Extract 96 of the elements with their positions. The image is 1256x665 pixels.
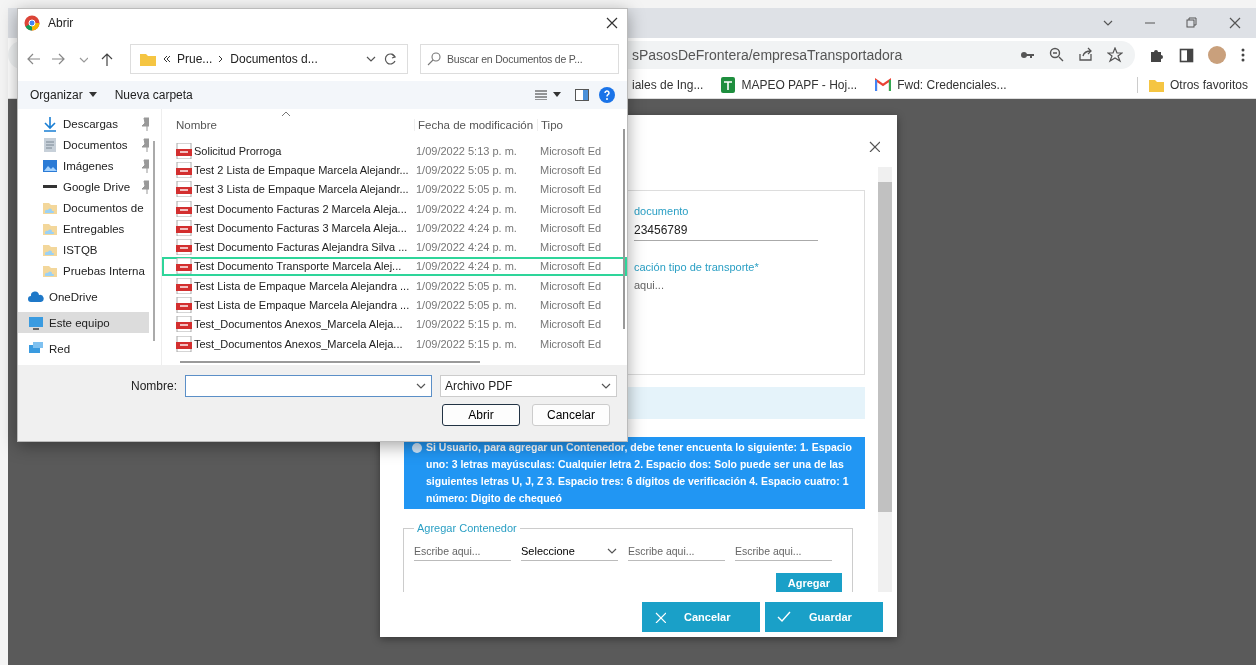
file-row[interactable]: Test Documento Facturas Alejandra Silva ... 1/09/2022 4:24 p. m. Microsoft Ed: [162, 237, 627, 257]
folder-icon: [1147, 77, 1164, 93]
check-icon: [777, 611, 791, 623]
nav-item[interactable]: Este equipo: [18, 312, 149, 333]
info-icon: [412, 443, 422, 453]
url-text: sPasosDeFrontera/empresaTransportadora: [632, 47, 904, 63]
breadcrumb-item[interactable]: Prue...: [177, 52, 213, 66]
file-row[interactable]: Test Documento Facturas 3 Marcela Aleja... 1/09/2022 4:24 p. m. Microsoft Ed: [162, 218, 627, 238]
document-field[interactable]: 23456789: [634, 217, 818, 241]
pdf-file-icon: [176, 142, 192, 159]
scrollbar[interactable]: [153, 141, 155, 341]
search-icon: [427, 52, 441, 66]
cancel-button[interactable]: Cancelar: [532, 404, 610, 426]
close-icon[interactable]: [868, 140, 880, 152]
field-label: cación tipo de transporte*: [634, 261, 760, 273]
dialog-title: Abrir: [48, 16, 74, 30]
pdf-file-icon: [176, 277, 192, 294]
cloud-icon: [28, 288, 44, 305]
pdf-file-icon: [176, 335, 192, 352]
new-folder-button[interactable]: Nueva carpeta: [110, 86, 197, 104]
file-row[interactable]: Solicitud Prorroga 1/09/2022 5:13 p. m. Microsoft Ed: [162, 141, 627, 161]
back-icon[interactable]: [26, 52, 40, 66]
file-row[interactable]: Test 3 Lista de Empaque Marcela Alejandr... 1/09/2022 5:05 p. m. Microsoft Ed: [162, 179, 627, 199]
pdf-file-icon: [176, 316, 192, 333]
nav-item[interactable]: Documentos: [18, 134, 149, 155]
mail-icon: [875, 77, 892, 93]
zoom-out-icon[interactable]: [1049, 47, 1065, 63]
puzzle-icon[interactable]: [1149, 47, 1165, 63]
file-row[interactable]: Test Documento Facturas 2 Marcela Aleja... 1/09/2022 4:24 p. m. Microsoft Ed: [162, 198, 627, 219]
download-icon: [42, 115, 58, 132]
select-field[interactable]: Seleccione: [521, 542, 618, 561]
organize-button[interactable]: Organizar: [26, 86, 101, 104]
bookmark[interactable]: Fwd: Credenciales...: [875, 77, 1007, 93]
open-button[interactable]: Abrir: [442, 404, 520, 426]
chevron-right-icon: [218, 55, 225, 63]
nav-item[interactable]: Imágenes: [18, 155, 149, 176]
file-row[interactable]: Test_Documentos Anexos_Marcela Aleja... 1/09/2022 5:15 p. m. Microsoft Ed: [162, 314, 627, 334]
nav-item[interactable]: Documentos de: [18, 197, 149, 218]
star-icon[interactable]: [1107, 47, 1123, 63]
nav-item[interactable]: Red: [18, 338, 149, 359]
spreadsheet-icon: [721, 77, 736, 93]
list-view-icon: [535, 90, 547, 100]
nav-item[interactable]: Pruebas Interna: [18, 260, 149, 281]
folder-icon: [139, 51, 157, 67]
help-icon[interactable]: [599, 87, 615, 103]
file-type-dropdown[interactable]: Archivo PDF: [440, 375, 617, 397]
file-row[interactable]: Test Lista de Empaque Marcela Alejandra ... 1/09/2022 5:05 p. m. Microsoft Ed: [162, 295, 627, 315]
pdf-file-icon: [176, 239, 192, 256]
bookmark[interactable]: MAPEO PAPF - Hoj...: [721, 77, 858, 93]
column-header[interactable]: Fecha de modificación: [414, 119, 537, 131]
info-text: Si Usuario, para agregar un Contenedor, debe tener encuenta lo siguiente: 1. Espacio uno: 3 letras mayúsculas: Cualquier letra 2. Espacio dos: Solo puede ser una de las siguientes letras U, J, Z 3. Espacio tres: 6 dígitos de verificación 4. Espacio cuatro: 1 número: Digito de chequeó: [426, 440, 853, 506]
file-row[interactable]: Test_Documentos Anexos_Marcela Aleja... 1/09/2022 5:15 p. m. Microsoft Ed: [162, 333, 627, 354]
fieldset-legend: Agregar Contenedor: [414, 522, 520, 534]
menu-icon[interactable]: [1240, 48, 1246, 62]
breadcrumb-item[interactable]: Documentos d...: [230, 52, 318, 66]
scrollbar[interactable]: [623, 129, 625, 329]
refresh-icon[interactable]: [383, 52, 397, 66]
monitor-icon: [28, 314, 44, 331]
field-label: Nombre:: [131, 379, 177, 393]
forward-icon[interactable]: [52, 52, 66, 66]
pdf-file-icon: [176, 219, 192, 236]
close-icon: [654, 611, 666, 623]
document-icon: [42, 136, 58, 153]
scrollbar[interactable]: [180, 361, 480, 364]
image-icon: [42, 157, 58, 174]
file-row[interactable]: Test 2 Lista de Empaque Marcela Alejandr... 1/09/2022 5:05 p. m. Microsoft Ed: [162, 160, 627, 180]
share-icon[interactable]: [1078, 47, 1094, 63]
nav-item[interactable]: Descargas: [18, 113, 149, 134]
pdf-file-icon: [176, 161, 192, 178]
path-bar[interactable]: Prue... Documentos d...: [130, 44, 408, 74]
column-header[interactable]: Tipo: [537, 119, 610, 131]
pdf-file-icon: [176, 200, 192, 217]
nav-item[interactable]: OneDrive: [18, 286, 149, 307]
column-header[interactable]: Nombre: [176, 119, 414, 131]
scrollbar[interactable]: [878, 167, 892, 592]
close-icon[interactable]: [1228, 16, 1242, 30]
bookmark[interactable]: iales de Ing...: [632, 78, 704, 92]
up-icon[interactable]: [100, 52, 114, 66]
file-name-field[interactable]: [185, 375, 432, 397]
nav-item[interactable]: ISTQB: [18, 239, 149, 260]
double-chevron-icon: [163, 55, 171, 63]
pdf-file-icon: [176, 297, 192, 314]
pdf-file-icon: [176, 181, 192, 198]
nav-item[interactable]: Entregables: [18, 218, 149, 239]
close-icon[interactable]: [605, 16, 619, 30]
restore-icon[interactable]: [1186, 17, 1198, 29]
app-logo-icon: [24, 15, 40, 31]
nav-item[interactable]: Google Drive: [18, 176, 149, 197]
side-panel-icon[interactable]: [1179, 47, 1194, 63]
field-label: documento: [634, 205, 690, 217]
pdf-file-icon: [176, 258, 192, 275]
preview-pane-icon[interactable]: [575, 89, 589, 101]
search-field[interactable]: Buscar en Documentos de P...: [420, 44, 619, 74]
other-bookmarks[interactable]: Otros favoritos: [1147, 77, 1248, 93]
file-row[interactable]: Test Lista de Empaque Marcela Alejandra ... 1/09/2022 5:05 p. m. Microsoft Ed: [162, 276, 627, 296]
file-row[interactable]: Test Documento Transporte Marcela Alej... 1/09/2022 4:24 p. m. Microsoft Ed: [162, 256, 627, 277]
